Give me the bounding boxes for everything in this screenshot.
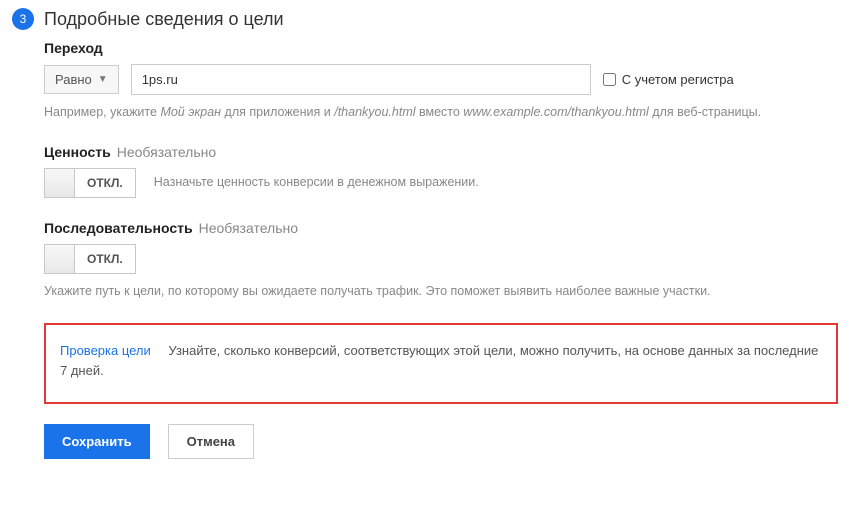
value-toggle-label: ОТКЛ. — [75, 176, 135, 190]
step-number-badge: 3 — [12, 8, 34, 30]
value-hint: Назначьте ценность конверсии в денежном … — [154, 173, 479, 192]
destination-heading: Переход — [44, 40, 838, 56]
optional-label: Необязательно — [117, 144, 216, 160]
match-type-label: Равно — [55, 72, 92, 87]
step-header: 3 Подробные сведения о цели — [12, 8, 838, 30]
funnel-hint: Укажите путь к цели, по которому вы ожид… — [44, 282, 838, 301]
save-button[interactable]: Сохранить — [44, 424, 150, 459]
optional-label: Необязательно — [199, 220, 298, 236]
verify-box: Проверка цели Узнайте, сколько конверсий… — [44, 323, 838, 405]
verify-goal-link[interactable]: Проверка цели — [60, 343, 151, 358]
funnel-heading: ПоследовательностьНеобязательно — [44, 220, 838, 236]
destination-section: Переход Равно ▼ С учетом регистра Наприм… — [44, 40, 838, 122]
step-title: Подробные сведения о цели — [44, 9, 284, 30]
funnel-toggle-label: ОТКЛ. — [75, 252, 135, 266]
cancel-button[interactable]: Отмена — [168, 424, 254, 459]
destination-row: Равно ▼ С учетом регистра — [44, 64, 838, 95]
case-sensitive-checkbox[interactable] — [603, 73, 616, 86]
case-sensitive-label: С учетом регистра — [622, 72, 734, 87]
funnel-toggle[interactable]: ОТКЛ. — [44, 244, 136, 274]
toggle-track-icon — [45, 245, 75, 273]
match-type-dropdown[interactable]: Равно ▼ — [44, 65, 119, 94]
destination-hint: Например, укажите Мой экран для приложен… — [44, 103, 838, 122]
button-row: Сохранить Отмена — [44, 424, 838, 459]
verify-text: Узнайте, сколько конверсий, соответствую… — [60, 343, 818, 379]
case-sensitive-checkbox-wrap[interactable]: С учетом регистра — [603, 72, 734, 87]
value-heading: ЦенностьНеобязательно — [44, 144, 838, 160]
funnel-section: ПоследовательностьНеобязательно ОТКЛ. Ук… — [44, 220, 838, 301]
value-section: ЦенностьНеобязательно ОТКЛ. Назначьте це… — [44, 144, 838, 198]
destination-input[interactable] — [131, 64, 591, 95]
chevron-down-icon: ▼ — [98, 74, 108, 85]
toggle-track-icon — [45, 169, 75, 197]
value-toggle[interactable]: ОТКЛ. — [44, 168, 136, 198]
